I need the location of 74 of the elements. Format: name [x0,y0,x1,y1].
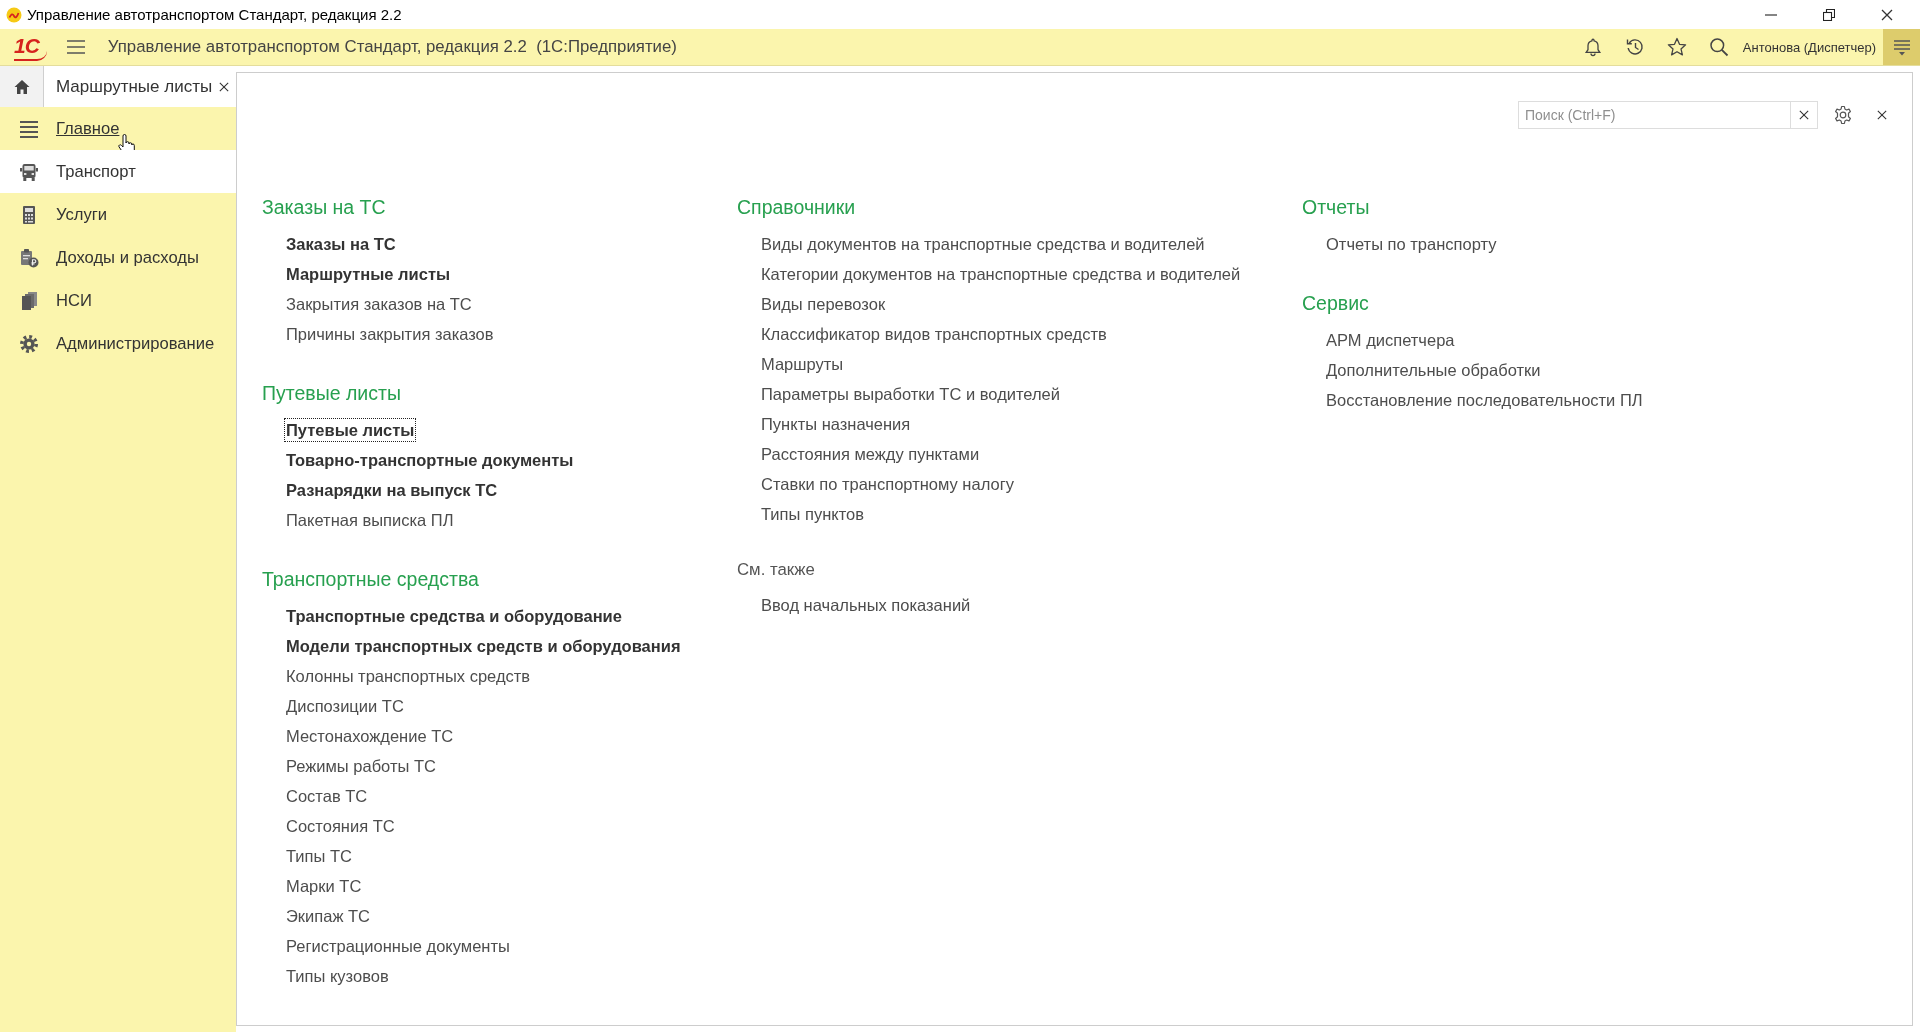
search-field[interactable]: Поиск (Ctrl+F) [1518,101,1790,129]
command-link[interactable]: Дополнительные обработки [1324,358,1543,382]
command-link[interactable]: Классификатор видов транспортных средств [759,322,1109,346]
command-link[interactable]: Пункты назначения [759,412,913,436]
logo: 1С [14,33,47,61]
history-icon[interactable] [1624,37,1645,57]
home-icon [13,78,30,95]
command-link[interactable]: Марки ТС [284,874,364,898]
star-icon[interactable] [1666,37,1687,57]
command-link[interactable]: Отчеты по транспорту [1324,232,1499,256]
settings-icon[interactable] [1833,105,1853,125]
section-heading: Путевые листы [262,381,402,406]
clear-icon [1799,110,1809,120]
menu-caret-icon [1892,38,1911,56]
command-link[interactable]: Типы кузовов [284,964,391,988]
command-link[interactable]: Регистрационные документы [284,934,512,958]
sidebar-item[interactable]: НСИ [0,279,236,322]
command-link[interactable]: Расстояния между пунктами [759,442,982,466]
restore-icon[interactable] [1823,8,1835,21]
documents-icon [19,290,39,311]
close-icon[interactable] [219,81,229,92]
panel-menu-button[interactable] [1883,29,1920,65]
command-link[interactable]: Ввод начальных показаний [759,593,973,617]
command-link[interactable]: Пакетная выписка ПЛ [284,508,456,532]
truck-icon [19,161,39,182]
command-link[interactable]: Параметры выработки ТС и водителей [759,382,1062,406]
section-heading: Транспортные средства [262,567,480,592]
command-link[interactable]: Разнарядки на выпуск ТС [284,478,500,502]
command-link[interactable]: Ставки по транспортному налогу [759,472,1016,496]
command-link[interactable]: Заказы на ТС [284,232,398,256]
command-link[interactable]: Экипаж ТС [284,904,373,928]
command-link[interactable]: Путевые листы [284,418,417,442]
command-link[interactable]: Категории документов на транспортные средства и водителей [759,262,1243,286]
clipboard-coin-icon [19,247,39,268]
search-icon[interactable] [1708,37,1729,57]
command-link[interactable]: АРМ диспетчера [1324,328,1457,352]
app-logo-icon [6,6,22,23]
close-icon[interactable] [1881,8,1893,21]
sidebar-item[interactable]: Услуги [0,193,236,236]
command-link[interactable]: Режимы работы ТС [284,754,438,778]
section-heading: Сервис [1302,291,1370,316]
command-link[interactable]: Типы пунктов [759,502,866,526]
command-link[interactable]: Диспозиции ТС [284,694,406,718]
command-link[interactable]: Причины закрытия заказов [284,322,496,346]
sidebar-item[interactable]: Администрирование [0,322,236,365]
command-link[interactable]: Товарно-транспортные документы [284,448,576,472]
command-link[interactable]: Транспортные средства и оборудование [284,604,624,628]
bell-icon[interactable] [1582,37,1603,57]
command-link[interactable]: Состав ТС [284,784,370,808]
window-title: Управление автотранспортом Стандарт, редакция 2.2 [27,6,403,23]
list-icon [19,118,39,139]
command-link[interactable]: Модели транспортных средств и оборудования [284,634,683,658]
sidebar-item[interactable]: Доходы и расходы [0,236,236,279]
command-link[interactable]: Типы ТС [284,844,354,868]
see-also-heading: См. также [737,559,816,581]
command-link[interactable]: Закрытия заказов на ТС [284,292,474,316]
gear-icon [19,333,39,354]
app-title: Управление автотранспортом Стандарт, редакция 2.2 (1С:Предприятие) [107,37,677,57]
home-button[interactable] [0,66,44,107]
command-link[interactable]: Колонны транспортных средств [284,664,533,688]
section-heading: Заказы на ТС [262,195,387,220]
command-link[interactable]: Маршрутные листы [284,262,453,286]
section-heading: Отчеты [1302,195,1371,220]
close-icon[interactable] [1877,110,1887,120]
section-heading: Справочники [737,195,857,220]
command-link[interactable]: Состояния ТС [284,814,397,838]
command-link[interactable]: Восстановление последовательности ПЛ [1324,388,1645,412]
command-link[interactable]: Местонахождение ТС [284,724,456,748]
command-link[interactable]: Маршруты [759,352,846,376]
sidebar-item[interactable]: Транспорт [0,150,236,193]
menu-icon[interactable] [66,40,85,54]
command-link[interactable]: Виды документов на транспортные средства и водителей [759,232,1207,256]
command-link[interactable]: Виды перевозок [759,292,888,316]
user-name[interactable]: Антонова (Диспетчер) [1742,39,1876,55]
